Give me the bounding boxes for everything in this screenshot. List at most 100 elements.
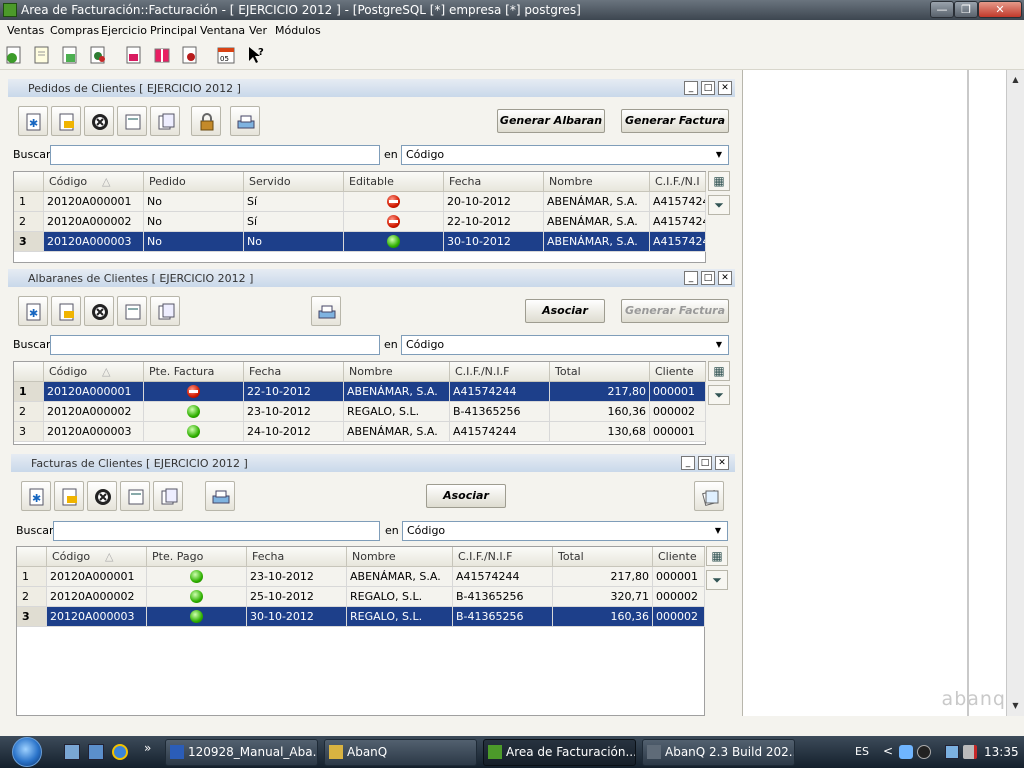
facturas-asociar-button[interactable]: Asociar <box>426 484 506 508</box>
col-header-pedido[interactable]: Pedido <box>144 172 244 192</box>
cell-total[interactable]: 160,36 <box>553 607 653 627</box>
cell-pedido[interactable]: No <box>144 212 244 232</box>
pedidos-filter-icon[interactable]: ⏷ <box>708 195 730 215</box>
pedidos-minimize-button[interactable]: _ <box>684 81 698 95</box>
facturas-view-button[interactable] <box>120 481 150 511</box>
cell-codigo[interactable]: 20120A000003 <box>44 422 144 442</box>
pedidos-table[interactable]: Código △ Pedido Servido Editable Fecha No… <box>13 171 706 263</box>
cell-nombre[interactable]: REGALO, S.L. <box>347 607 453 627</box>
pedidos-edit-button[interactable] <box>51 106 81 136</box>
col-header-servido[interactable]: Servido <box>244 172 344 192</box>
close-button[interactable]: ✕ <box>978 1 1022 18</box>
col-header-total[interactable]: Total <box>550 362 650 382</box>
cell-cif[interactable]: B-41365256 <box>453 587 553 607</box>
pedidos-print-button[interactable] <box>230 106 260 136</box>
cell-total[interactable]: 130,68 <box>550 422 650 442</box>
status-cell[interactable] <box>344 192 444 212</box>
albaranes-panel-title-bar[interactable]: Albaranes de Clientes [ EJERCICIO 2012 ]… <box>8 269 735 287</box>
cell-cliente[interactable]: 000001 <box>650 422 706 442</box>
whats-this-icon[interactable]: ? <box>246 45 266 65</box>
cell-fecha[interactable]: 20-10-2012 <box>444 192 544 212</box>
col-header-fecha[interactable]: Fecha <box>444 172 544 192</box>
col-header-pte-pago[interactable]: Pte. Pago <box>147 547 247 567</box>
albaranes-edit-button[interactable] <box>51 296 81 326</box>
facturas-minimize-button[interactable]: _ <box>681 456 695 470</box>
cell-servido[interactable]: Sí <box>244 212 344 232</box>
cell-cliente[interactable]: 000001 <box>653 567 705 587</box>
pedidos-search-field-select[interactable]: Código ▼ <box>401 145 729 165</box>
cell-fecha[interactable]: 25-10-2012 <box>247 587 347 607</box>
module-green-icon[interactable] <box>4 45 24 65</box>
language-indicator[interactable]: ES <box>855 745 869 758</box>
row-number[interactable]: 1 <box>14 382 44 402</box>
cell-codigo[interactable]: 20120A000001 <box>44 192 144 212</box>
facturas-table[interactable]: Código △ Pte. Pago Fecha Nombre C.I.F./N.… <box>16 546 705 716</box>
col-header-cif[interactable]: C.I.F./N.I.F <box>453 547 553 567</box>
cell-nombre[interactable]: REGALO, S.L. <box>344 402 450 422</box>
col-header-codigo[interactable]: Código △ <box>44 172 144 192</box>
restore-button[interactable]: ❐ <box>954 1 978 18</box>
facturas-maximize-button[interactable]: □ <box>698 456 712 470</box>
pedidos-search-input[interactable] <box>50 145 380 165</box>
cell-fecha[interactable]: 24-10-2012 <box>244 422 344 442</box>
status-cell[interactable] <box>147 607 247 627</box>
facturas-copy-button[interactable] <box>153 481 183 511</box>
menu-modulos[interactable]: Módulos <box>275 24 321 37</box>
cell-cliente[interactable]: 000001 <box>650 382 706 402</box>
col-header-nombre[interactable]: Nombre <box>544 172 650 192</box>
albaranes-minimize-button[interactable]: _ <box>684 271 698 285</box>
window-title-bar[interactable]: Area de Facturación::Facturación - [ EJE… <box>0 0 1024 20</box>
cell-cif[interactable]: B-41365256 <box>453 607 553 627</box>
cell-fecha[interactable]: 23-10-2012 <box>247 567 347 587</box>
module-document-icon[interactable] <box>32 45 52 65</box>
cell-total[interactable]: 320,71 <box>553 587 653 607</box>
facturas-print-button[interactable] <box>205 481 235 511</box>
cell-fecha[interactable]: 30-10-2012 <box>444 232 544 252</box>
module-people-icon[interactable] <box>88 45 108 65</box>
facturas-delete-button[interactable] <box>87 481 117 511</box>
pedidos-view-button[interactable] <box>117 106 147 136</box>
menu-ejercicio[interactable]: Ejercicio <box>101 24 147 37</box>
cell-codigo[interactable]: 20120A000002 <box>47 587 147 607</box>
albaranes-copy-button[interactable] <box>150 296 180 326</box>
cell-fecha[interactable]: 30-10-2012 <box>247 607 347 627</box>
pedidos-generar-factura-button[interactable]: Generar Factura <box>621 109 729 133</box>
cell-servido[interactable]: Sí <box>244 192 344 212</box>
quicklaunch-more-icon[interactable]: » <box>144 741 151 755</box>
col-header-pte-factura[interactable]: Pte. Factura <box>144 362 244 382</box>
status-cell[interactable] <box>144 402 244 422</box>
facturas-edit-button[interactable] <box>54 481 84 511</box>
col-header-cif[interactable]: C.I.F./N.I <box>650 172 706 192</box>
col-header-fecha[interactable]: Fecha <box>244 362 344 382</box>
clock[interactable]: 13:35 <box>984 745 1019 759</box>
menu-principal[interactable]: Principal <box>150 24 197 37</box>
cell-fecha[interactable]: 22-10-2012 <box>444 212 544 232</box>
status-cell[interactable] <box>147 567 247 587</box>
albaranes-search-field-select[interactable]: Código ▼ <box>401 335 729 355</box>
row-number[interactable]: 2 <box>14 402 44 422</box>
module-box-icon[interactable] <box>60 45 80 65</box>
facturas-search-input[interactable] <box>53 521 380 541</box>
cell-cliente[interactable]: 000002 <box>650 402 706 422</box>
row-number[interactable]: 3 <box>14 422 44 442</box>
chevron-down-icon[interactable]: ▼ <box>712 148 726 162</box>
pedidos-lock-icon[interactable] <box>191 106 221 136</box>
taskbar-abanq[interactable]: AbanQ <box>324 739 477 766</box>
row-number[interactable]: 2 <box>17 587 47 607</box>
cell-cif[interactable]: A41574244 <box>453 567 553 587</box>
col-header-cliente[interactable]: Cliente <box>653 547 705 567</box>
switch-windows-icon[interactable] <box>88 744 104 760</box>
cell-total[interactable]: 217,80 <box>553 567 653 587</box>
albaranes-print-button[interactable] <box>311 296 341 326</box>
tray-expand-icon[interactable]: < <box>883 744 893 758</box>
volume-muted-icon[interactable] <box>963 745 977 759</box>
status-cell[interactable] <box>344 212 444 232</box>
albaranes-maximize-button[interactable]: □ <box>701 271 715 285</box>
menu-ver[interactable]: Ver <box>249 24 267 37</box>
network-icon[interactable] <box>945 745 959 759</box>
pedidos-panel-title-bar[interactable]: Pedidos de Clientes [ EJERCICIO 2012 ] _… <box>8 79 735 97</box>
chevron-down-icon[interactable]: ▼ <box>711 524 725 538</box>
cell-cif[interactable]: B-41365256 <box>450 402 550 422</box>
albaranes-generar-factura-button[interactable]: Generar Factura <box>621 299 729 323</box>
col-header-editable[interactable]: Editable <box>344 172 444 192</box>
